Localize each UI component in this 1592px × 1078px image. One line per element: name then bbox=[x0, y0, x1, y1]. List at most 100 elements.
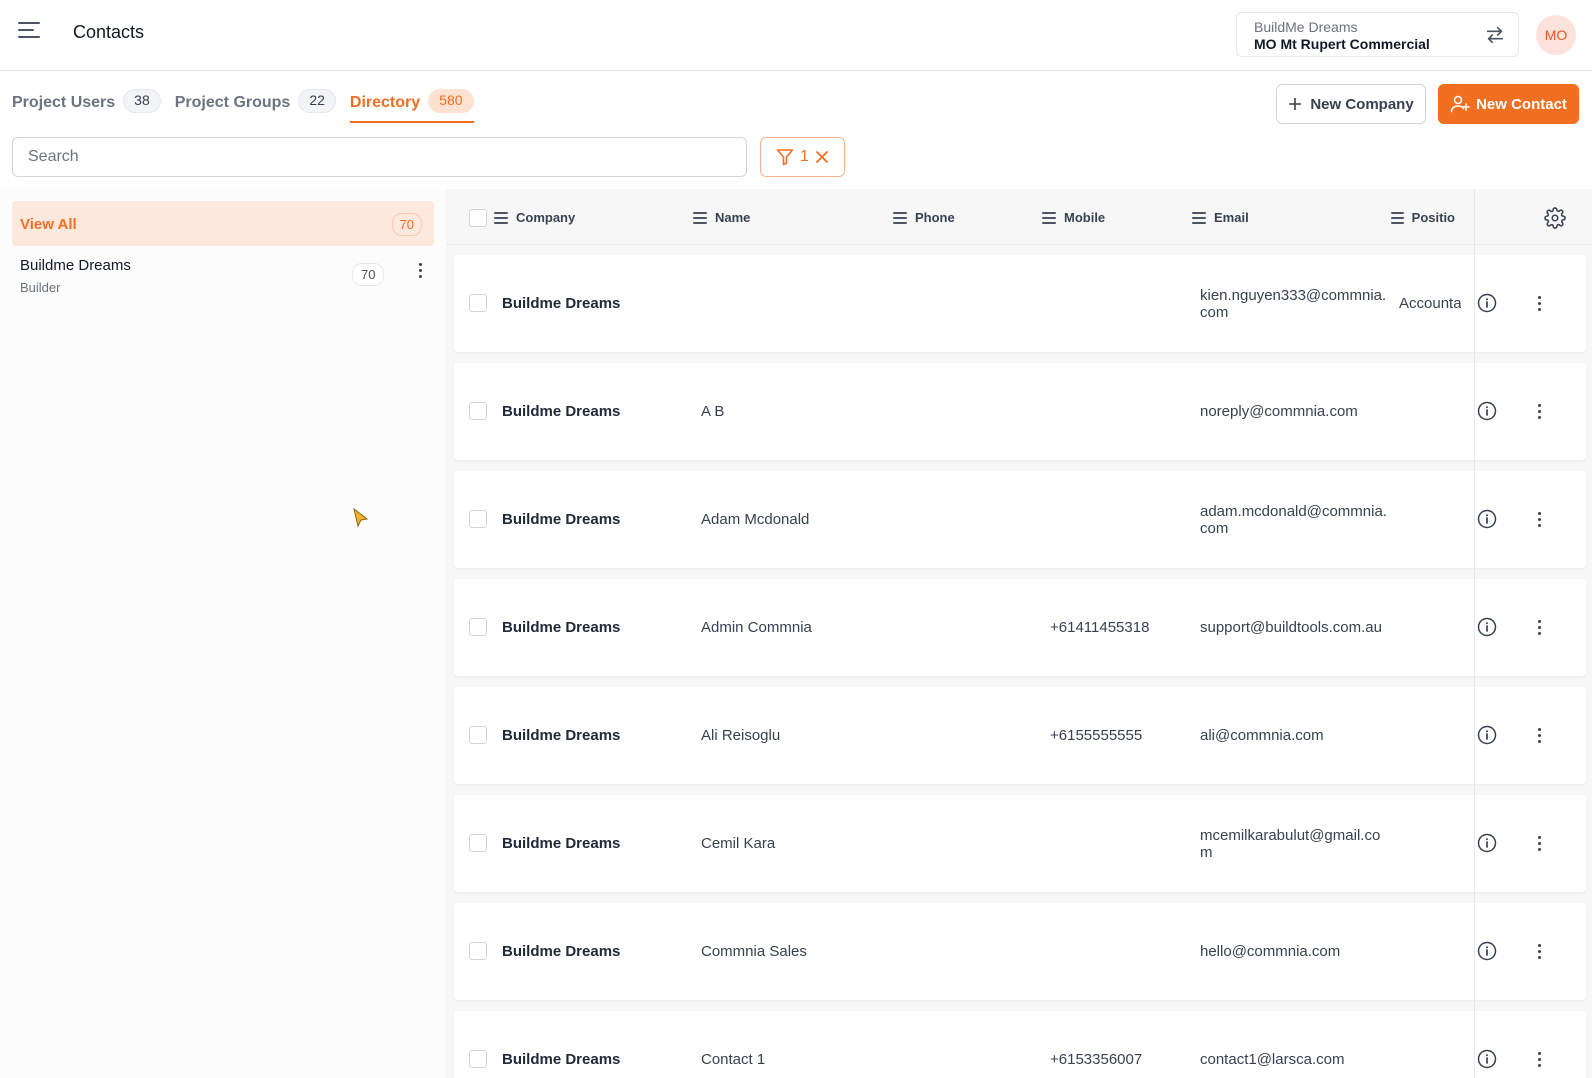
column-menu-icon bbox=[494, 211, 508, 224]
kebab-icon[interactable] bbox=[1529, 939, 1549, 963]
row-checkbox[interactable] bbox=[469, 726, 487, 744]
row-checkbox[interactable] bbox=[469, 294, 487, 312]
company-cell: Buildme Dreams bbox=[502, 1051, 621, 1068]
tab-count-badge: 22 bbox=[298, 89, 336, 113]
kebab-icon[interactable] bbox=[1529, 723, 1549, 747]
kebab-icon[interactable] bbox=[1529, 615, 1549, 639]
tab-label: Directory bbox=[349, 94, 421, 111]
kebab-icon[interactable] bbox=[1529, 291, 1549, 315]
info-icon[interactable] bbox=[1477, 725, 1497, 745]
column-label: Phone bbox=[915, 210, 955, 225]
info-icon[interactable] bbox=[1477, 293, 1497, 313]
column-label: Name bbox=[715, 210, 751, 225]
column-menu-icon bbox=[1391, 211, 1404, 224]
search-input[interactable] bbox=[12, 137, 747, 177]
column-label: Mobile bbox=[1064, 210, 1106, 225]
column-label: Email bbox=[1214, 210, 1249, 225]
company-sidebar: View All 70 Buildme Dreams Builder 70 bbox=[0, 189, 446, 1078]
plus-icon bbox=[1289, 98, 1302, 110]
column-header-company[interactable]: Company bbox=[494, 210, 575, 225]
company-cell: Buildme Dreams bbox=[502, 295, 621, 312]
gear-icon[interactable] bbox=[1544, 207, 1566, 229]
tab-label: Project Groups bbox=[174, 94, 291, 111]
row-checkbox[interactable] bbox=[469, 1050, 487, 1068]
organization-name: BuildMe Dreams bbox=[1254, 19, 1358, 35]
table-row[interactable]: Buildme Dreams Commnia Sales hello@commnia… bbox=[454, 903, 1586, 1000]
row-checkbox[interactable] bbox=[469, 510, 487, 528]
email-cell[interactable]: contact1@larsca.com bbox=[1200, 1051, 1390, 1068]
tab-count-badge: 580 bbox=[428, 89, 474, 113]
info-icon[interactable] bbox=[1477, 833, 1497, 853]
column-menu-icon bbox=[893, 211, 907, 224]
email-cell[interactable]: noreply@commnia.com bbox=[1200, 403, 1390, 420]
project-name: MO Mt Rupert Commercial bbox=[1254, 36, 1430, 52]
kebab-icon[interactable] bbox=[1529, 1047, 1549, 1071]
email-cell[interactable]: mcemilkarabulut@gmail.com bbox=[1200, 827, 1390, 861]
kebab-icon[interactable] bbox=[1529, 831, 1549, 855]
kebab-icon[interactable] bbox=[1529, 399, 1549, 423]
sidebar-item-view-all[interactable]: View All 70 bbox=[12, 201, 434, 246]
column-header-name[interactable]: Name bbox=[693, 210, 750, 225]
add-user-icon bbox=[1450, 95, 1470, 113]
name-cell: Cemil Kara bbox=[701, 835, 776, 852]
info-icon[interactable] bbox=[1477, 1049, 1497, 1069]
email-cell[interactable]: hello@commnia.com bbox=[1200, 943, 1390, 960]
row-checkbox[interactable] bbox=[469, 402, 487, 420]
name-cell: A B bbox=[701, 403, 725, 420]
filter-count: 1 bbox=[800, 148, 809, 165]
sidebar-item-company[interactable]: Buildme Dreams Builder 70 bbox=[20, 257, 430, 305]
info-icon[interactable] bbox=[1477, 941, 1497, 961]
active-filter-chip[interactable]: 1 bbox=[760, 137, 845, 177]
select-all-checkbox[interactable] bbox=[469, 209, 487, 227]
tab-bar: Project Users 38 Project Groups 22 Directory… bbox=[12, 89, 488, 123]
column-header-mobile[interactable]: Mobile bbox=[1042, 210, 1105, 225]
pinned-column-divider bbox=[1474, 189, 1475, 1078]
info-icon[interactable] bbox=[1477, 617, 1497, 637]
new-contact-label: New Contact bbox=[1476, 95, 1567, 113]
column-header-email[interactable]: Email bbox=[1192, 210, 1249, 225]
company-cell: Buildme Dreams bbox=[502, 619, 621, 636]
contacts-table: Company Name Phone Mobile Email Positio … bbox=[446, 189, 1592, 1078]
new-contact-button[interactable]: New Contact bbox=[1438, 84, 1579, 124]
new-company-button[interactable]: New Company bbox=[1276, 84, 1426, 124]
column-label: Company bbox=[516, 210, 576, 225]
kebab-icon[interactable] bbox=[1529, 507, 1549, 531]
close-icon[interactable] bbox=[815, 150, 829, 164]
email-cell[interactable]: support@buildtools.com.au bbox=[1200, 619, 1390, 636]
table-header: Company Name Phone Mobile Email Positio bbox=[446, 189, 1592, 245]
row-checkbox[interactable] bbox=[469, 834, 487, 852]
column-header-phone[interactable]: Phone bbox=[893, 210, 955, 225]
view-all-count: 70 bbox=[391, 213, 422, 236]
info-icon[interactable] bbox=[1477, 509, 1497, 529]
info-icon[interactable] bbox=[1477, 401, 1497, 421]
row-checkbox[interactable] bbox=[469, 942, 487, 960]
hamburger-icon[interactable] bbox=[18, 22, 40, 42]
table-row[interactable]: Buildme Dreams kien.nguyen333@commnia.com… bbox=[454, 255, 1586, 352]
company-cell: Buildme Dreams bbox=[502, 511, 621, 528]
row-checkbox[interactable] bbox=[469, 618, 487, 636]
view-all-label: View All bbox=[20, 216, 77, 233]
kebab-icon[interactable] bbox=[410, 258, 430, 282]
email-cell[interactable]: kien.nguyen333@commnia.com bbox=[1200, 287, 1390, 321]
table-row[interactable]: Buildme Dreams Ali Reisoglu +6155555555 ali… bbox=[454, 687, 1586, 784]
company-cell: Buildme Dreams bbox=[502, 403, 621, 420]
avatar[interactable]: MO bbox=[1536, 15, 1576, 55]
page-title: Contacts bbox=[73, 22, 145, 42]
name-cell: Contact 1 bbox=[701, 1051, 766, 1068]
table-row[interactable]: Buildme Dreams Admin Commnia +61411455318 s… bbox=[454, 579, 1586, 676]
table-row[interactable]: Buildme Dreams Adam Mcdonald adam.mcdonald… bbox=[454, 471, 1586, 568]
column-header-position[interactable]: Positio bbox=[1391, 210, 1455, 225]
company-cell: Buildme Dreams bbox=[502, 727, 621, 744]
table-row[interactable]: Buildme Dreams Cemil Kara mcemilkarabulut@… bbox=[454, 795, 1586, 892]
tab-project-groups[interactable]: Project Groups 22 bbox=[175, 89, 336, 123]
tab-project-users[interactable]: Project Users 38 bbox=[12, 89, 161, 123]
project-switcher[interactable]: BuildMe Dreams MO Mt Rupert Commercial bbox=[1236, 12, 1519, 57]
email-cell[interactable]: ali@commnia.com bbox=[1200, 727, 1390, 744]
column-menu-icon bbox=[1192, 211, 1206, 224]
tab-label: Project Users bbox=[12, 94, 116, 111]
email-cell[interactable]: adam.mcdonald@commnia.com bbox=[1200, 503, 1390, 537]
table-row[interactable]: Buildme Dreams Contact 1 +6153356007 contac… bbox=[454, 1011, 1586, 1078]
position-cell: Accounta bbox=[1399, 295, 1461, 312]
tab-directory[interactable]: Directory 580 bbox=[349, 89, 474, 123]
table-row[interactable]: Buildme Dreams A B noreply@commnia.com bbox=[454, 363, 1586, 460]
